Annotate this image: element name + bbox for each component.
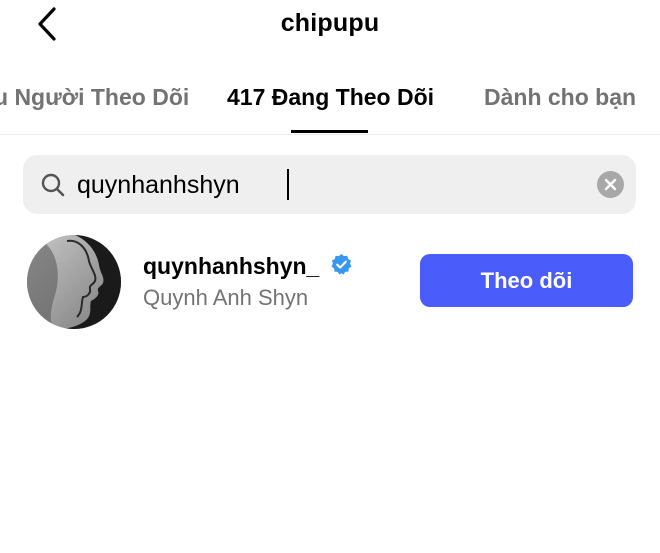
list-item[interactable]: quynhanhshyn_ Quynh Anh Shyn Theo dõi [0,230,660,335]
text-cursor [287,169,289,200]
tab-followers[interactable]: u Người Theo Dõi [0,84,189,111]
username: quynhanhshyn_ [143,253,320,279]
profile-photo [27,235,121,329]
tab-following[interactable]: 417 Đang Theo Dõi [227,84,434,111]
page-title: chipupu [280,9,380,37]
avatar[interactable] [27,235,121,329]
active-tab-indicator [291,130,368,133]
follow-button[interactable]: Theo dõi [420,254,633,307]
verified-badge-icon [331,253,352,275]
clear-search-button[interactable] [597,171,624,198]
header: chipupu [0,0,660,60]
tab-bar: u Người Theo Dõi 417 Đang Theo Dõi Dành … [0,70,660,135]
username-link[interactable]: quynhanhshyn_ [143,253,353,283]
tab-for-you[interactable]: Dành cho bạn [484,84,636,111]
full-name: Quynh Anh Shyn [143,285,309,310]
search-input[interactable] [77,165,577,205]
search-icon [41,173,65,197]
clear-x-icon [604,178,617,191]
search-bar[interactable] [23,155,636,214]
